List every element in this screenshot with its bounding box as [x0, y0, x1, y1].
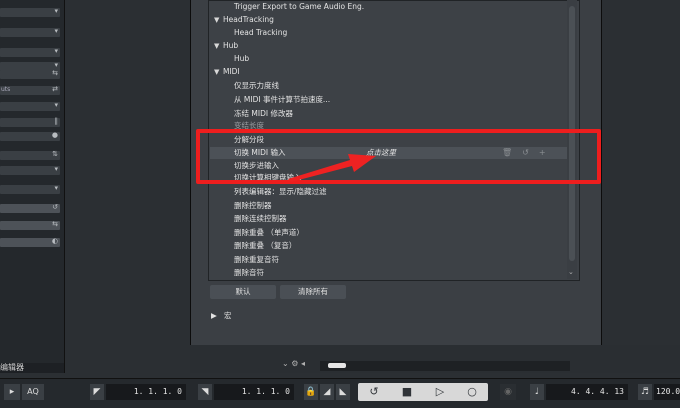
- inspector-panel: ▾ ▾ ▾ ▾ ⇆ uts ⇄ ▾ ‖ ● ⇅ ▾ ▾ ↺ ⇆ ◐ 编辑器: [0, 0, 65, 373]
- inspector-field[interactable]: ⇅: [0, 150, 60, 160]
- command-item[interactable]: 删除重叠 （单声道）: [234, 227, 304, 239]
- gear-icon[interactable]: ⚙: [291, 359, 298, 368]
- command-item[interactable]: 删除重叠 （复音）: [234, 240, 296, 252]
- command-item[interactable]: Trigger Export to Game Audio Eng.: [234, 1, 364, 13]
- inspector-field[interactable]: ↺: [0, 203, 60, 213]
- right-locator-field[interactable]: 1. 1. 1. 0: [214, 384, 294, 400]
- tempo-icon[interactable]: ♬: [638, 384, 652, 400]
- inspector-field[interactable]: ‖: [0, 117, 60, 127]
- expand-triangle-icon: ▼: [214, 16, 220, 24]
- inspector-field[interactable]: ◐: [0, 237, 60, 247]
- command-item[interactable]: 从 MIDI 事件计算节拍速度...: [234, 94, 330, 106]
- tempo-field[interactable]: 120.0: [654, 384, 680, 400]
- right-locator-icon[interactable]: ◥: [198, 384, 212, 400]
- chevron-down-icon[interactable]: ⌄: [282, 359, 289, 368]
- transport-bar: ▸ AQ ◤ 1. 1. 1. 0 ◥ 1. 1. 1. 0 🔒 ◢ ◣ ↺ ■…: [0, 378, 680, 408]
- command-item[interactable]: 删除控制器: [234, 200, 272, 212]
- category-midi[interactable]: ▼ MIDI: [214, 66, 240, 78]
- inspector-field[interactable]: uts ⇄: [0, 85, 60, 95]
- punch-in-icon[interactable]: ◢: [320, 384, 334, 400]
- zoom-controls[interactable]: ⌄ ⚙ ◂: [282, 359, 305, 368]
- play-icon[interactable]: ▷: [424, 383, 456, 401]
- play-head-icon[interactable]: ▸: [4, 384, 20, 400]
- inspector-field[interactable]: ⇆: [0, 69, 60, 79]
- inspector-field[interactable]: ▾: [0, 101, 60, 111]
- inspector-field[interactable]: ▾: [0, 184, 60, 194]
- stop-icon[interactable]: ■: [391, 383, 423, 401]
- position-field[interactable]: 4. 4. 4. 13: [546, 384, 628, 400]
- expand-triangle-icon: ▼: [214, 68, 220, 76]
- command-item[interactable]: 删除连续控制器: [234, 213, 287, 225]
- expand-triangle-icon: ▶: [211, 311, 217, 320]
- default-button[interactable]: 默认: [210, 285, 276, 299]
- expand-triangle-icon: ▼: [214, 42, 220, 50]
- note-icon[interactable]: ♩: [530, 384, 544, 400]
- horizontal-scrollbar[interactable]: [320, 361, 570, 371]
- transport-controls: ↺ ■ ▷ ○: [358, 383, 488, 401]
- scroll-down-icon[interactable]: ⌄: [568, 268, 574, 276]
- left-locator-icon[interactable]: ◤: [90, 384, 104, 400]
- auto-quantize-button[interactable]: AQ: [22, 384, 44, 400]
- scroll-left-icon[interactable]: ◂: [301, 359, 305, 368]
- left-locator-field[interactable]: 1. 1. 1. 0: [106, 384, 186, 400]
- category-headtracking[interactable]: ▼ HeadTracking: [214, 14, 274, 26]
- macro-section[interactable]: ▶ 宏: [211, 310, 231, 321]
- annotation-arrow: [288, 154, 376, 182]
- command-item[interactable]: Hub: [234, 53, 249, 65]
- clear-all-button[interactable]: 清除所有: [280, 285, 346, 299]
- highlight-box: [196, 129, 601, 184]
- inspector-field[interactable]: ▾: [0, 47, 60, 57]
- command-item[interactable]: 冻结 MIDI 修改器: [234, 108, 293, 120]
- inspector-field[interactable]: ▾: [0, 27, 60, 37]
- command-item[interactable]: 删除音符: [234, 267, 264, 279]
- category-hub[interactable]: ▼ Hub: [214, 40, 238, 52]
- inspector-field[interactable]: ●: [0, 131, 60, 141]
- lock-icon[interactable]: 🔒: [304, 384, 318, 400]
- command-item[interactable]: 仅显示力度线: [234, 80, 279, 92]
- command-item[interactable]: Head Tracking: [234, 27, 287, 39]
- inspector-field[interactable]: ⇆: [0, 220, 60, 230]
- record-icon[interactable]: ○: [456, 383, 488, 401]
- scrollbar-thumb[interactable]: [328, 363, 346, 368]
- inspector-field[interactable]: ▾: [0, 165, 60, 175]
- workspace-background: [65, 0, 190, 373]
- punch-out-icon[interactable]: ◣: [336, 384, 350, 400]
- command-item[interactable]: 删除重复音符: [234, 254, 279, 266]
- cycle-icon[interactable]: ↺: [358, 383, 390, 401]
- command-item[interactable]: 列表编辑器：显示/隐藏过滤: [234, 186, 327, 198]
- inspector-field[interactable]: ▾: [0, 7, 60, 17]
- editor-tab-label[interactable]: 编辑器: [0, 363, 64, 373]
- metronome-icon[interactable]: ◉: [500, 384, 516, 400]
